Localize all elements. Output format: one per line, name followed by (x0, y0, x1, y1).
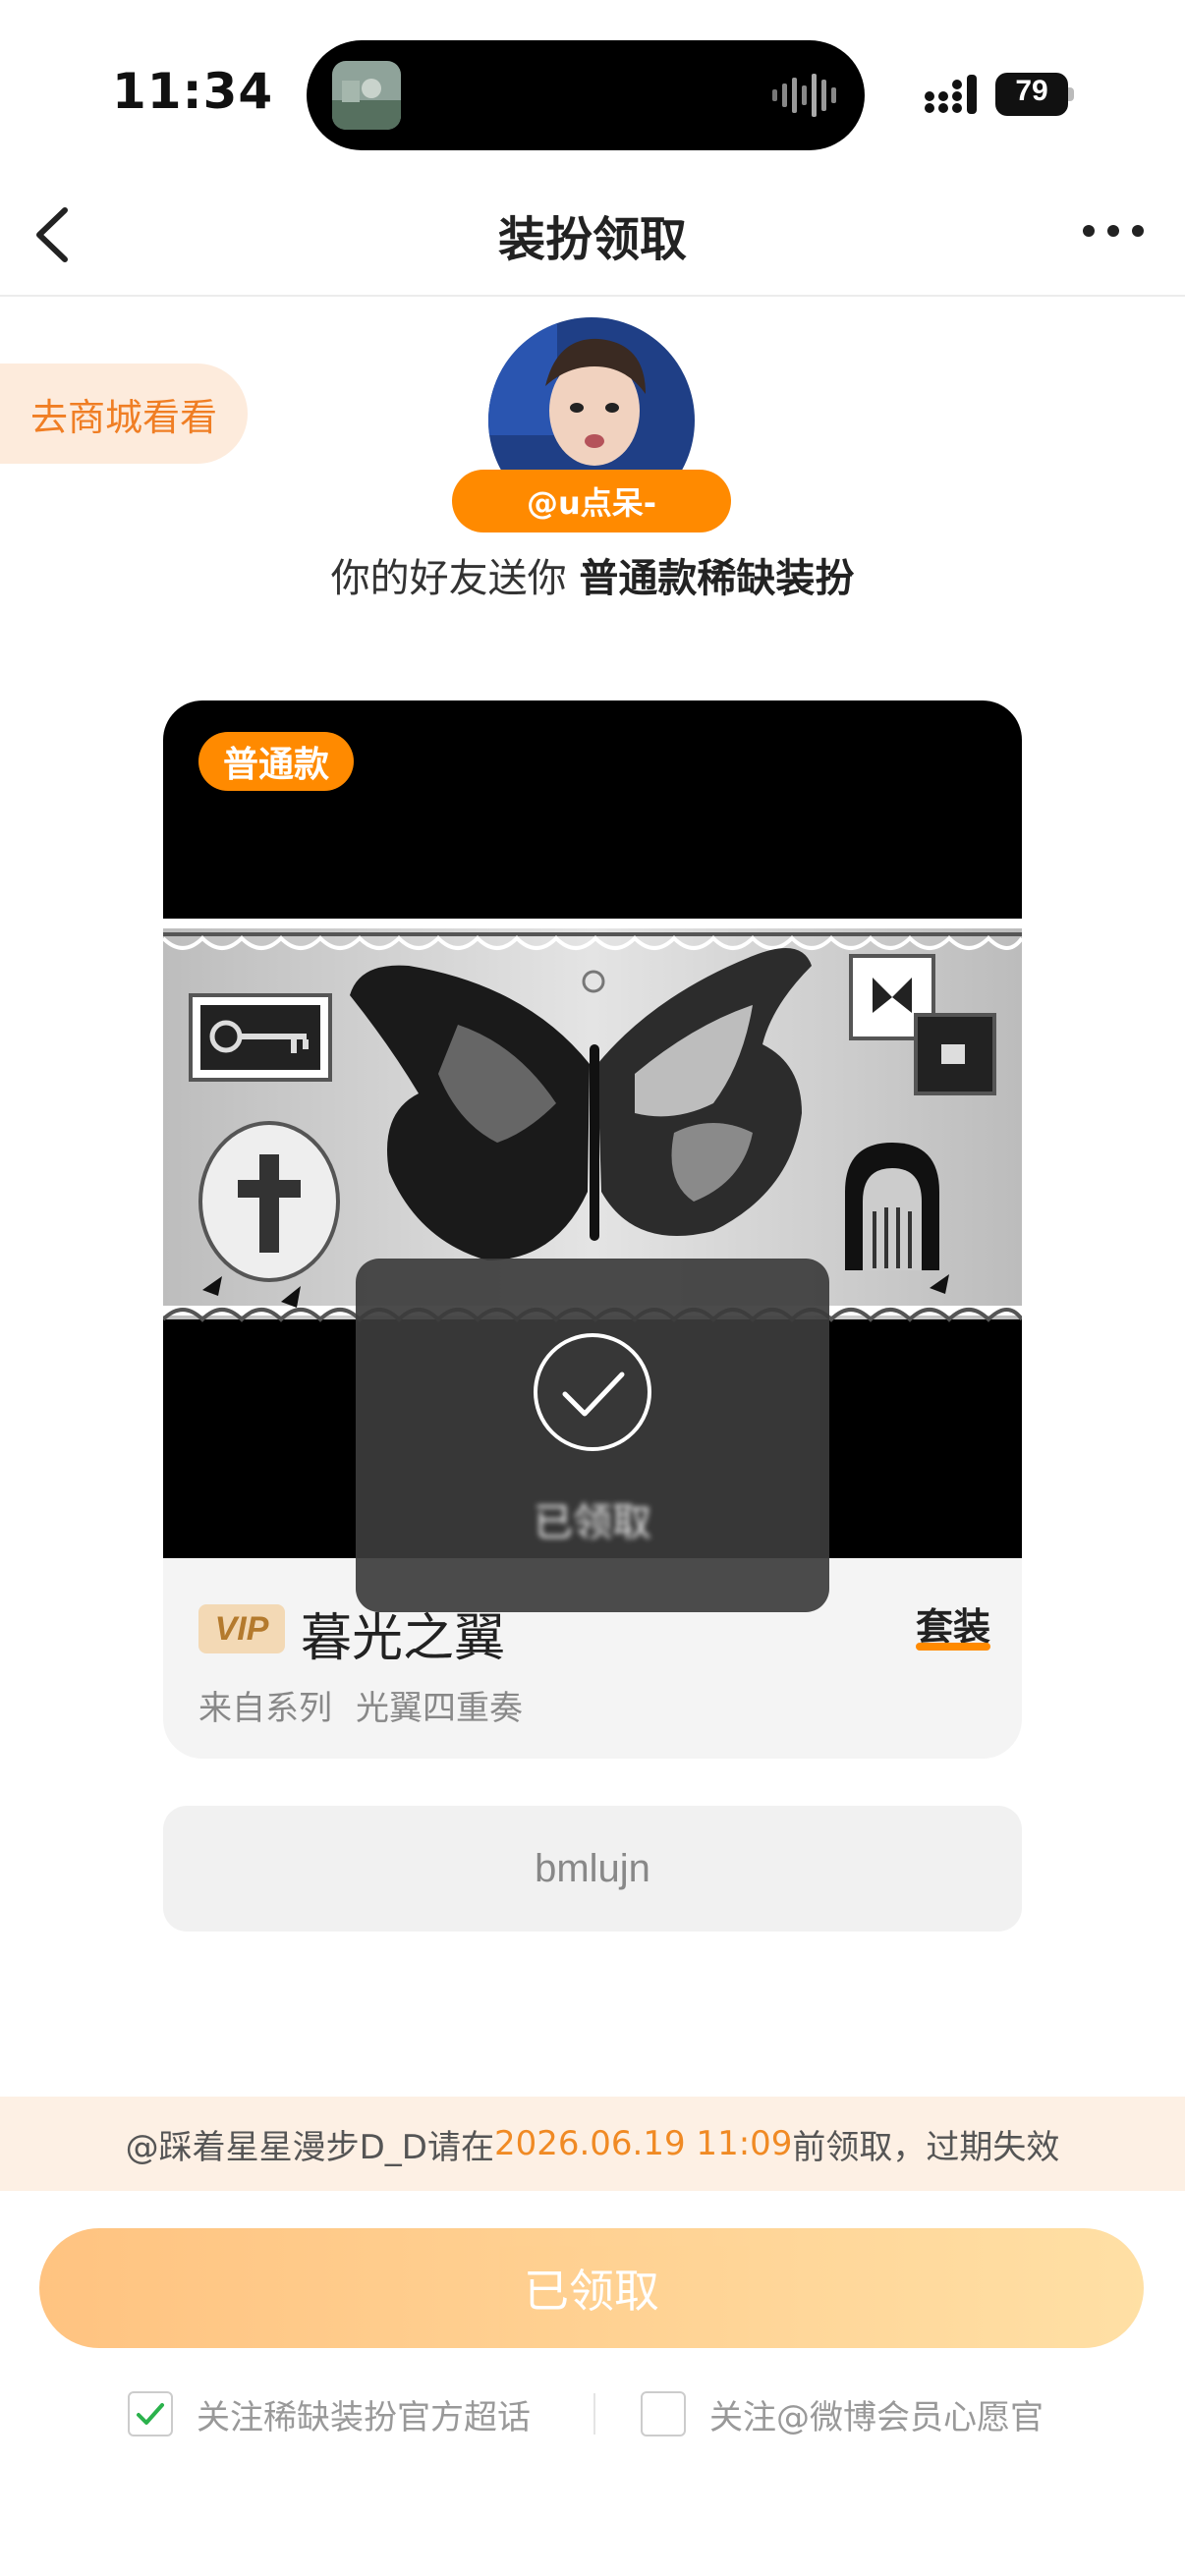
gift-message: 你的好友送你 普通款稀缺装扮 (0, 546, 1185, 603)
go-to-shop-button[interactable]: 去商城看看 (0, 364, 248, 464)
normal-tier-tag: 普通款 (198, 732, 354, 791)
battery-level: 79 (1015, 75, 1048, 107)
vip-badge: VIP (198, 1604, 285, 1653)
dynamic-island[interactable] (307, 40, 865, 150)
expiry-notice-suffix: 前领取，过期失效 (792, 2127, 1060, 2167)
claimed-toast: 已领取 (356, 1259, 829, 1612)
redeem-code-field[interactable]: bmlujn (163, 1806, 1022, 1932)
gift-message-highlight: 普通款稀缺装扮 (579, 556, 855, 601)
sender-name-badge[interactable]: @u点呆- (452, 470, 731, 532)
follow-weibo-checkbox[interactable] (641, 2391, 686, 2436)
expiry-notice: @踩着星星漫步D_D请在 2026.06.19 11:09 前领取，过期失效 (0, 2097, 1185, 2191)
series-label: 来自系列 (198, 1689, 332, 1728)
nav-bar: 装扮领取 (0, 177, 1185, 297)
now-playing-thumbnail[interactable] (332, 61, 401, 130)
toast-message: 已领取 (534, 1500, 651, 1545)
checkmark-icon (137, 2403, 164, 2425)
cellular-signal-icon (925, 75, 977, 114)
follow-weibo-label: 关注@微博会员心愿官 (709, 2397, 1044, 2437)
follow-divider (593, 2393, 595, 2435)
status-bar: 11:34 79 (0, 0, 1185, 177)
follow-topic-checkbox[interactable] (128, 2391, 173, 2436)
series-info: 来自系列 光翼四重奏 (198, 1681, 546, 1729)
more-options-icon[interactable] (1079, 216, 1148, 246)
expiry-notice-prefix: @踩着星星漫步D_D请在 (125, 2127, 494, 2167)
page-title: 装扮领取 (497, 212, 687, 267)
gift-message-prefix: 你的好友送你 (330, 556, 580, 601)
suit-link[interactable]: 套装 (915, 1596, 990, 1651)
expiry-date: 2026.06.19 11:09 (493, 2124, 793, 2163)
follow-weibo-member-option[interactable]: 关注@微博会员心愿官 (641, 2389, 1044, 2438)
follow-official-topic-option[interactable]: 关注稀缺装扮官方超话 (128, 2389, 531, 2438)
status-time: 11:34 (112, 63, 274, 120)
audio-wave-icon (772, 74, 836, 117)
suit-link-underline (915, 1643, 990, 1651)
follow-topic-label: 关注稀缺装扮官方超话 (197, 2397, 531, 2437)
claim-button[interactable]: 已领取 (39, 2228, 1144, 2348)
check-circle-icon (534, 1333, 651, 1451)
battery-icon: 79 (995, 73, 1074, 116)
series-name: 光翼四重奏 (356, 1689, 523, 1728)
